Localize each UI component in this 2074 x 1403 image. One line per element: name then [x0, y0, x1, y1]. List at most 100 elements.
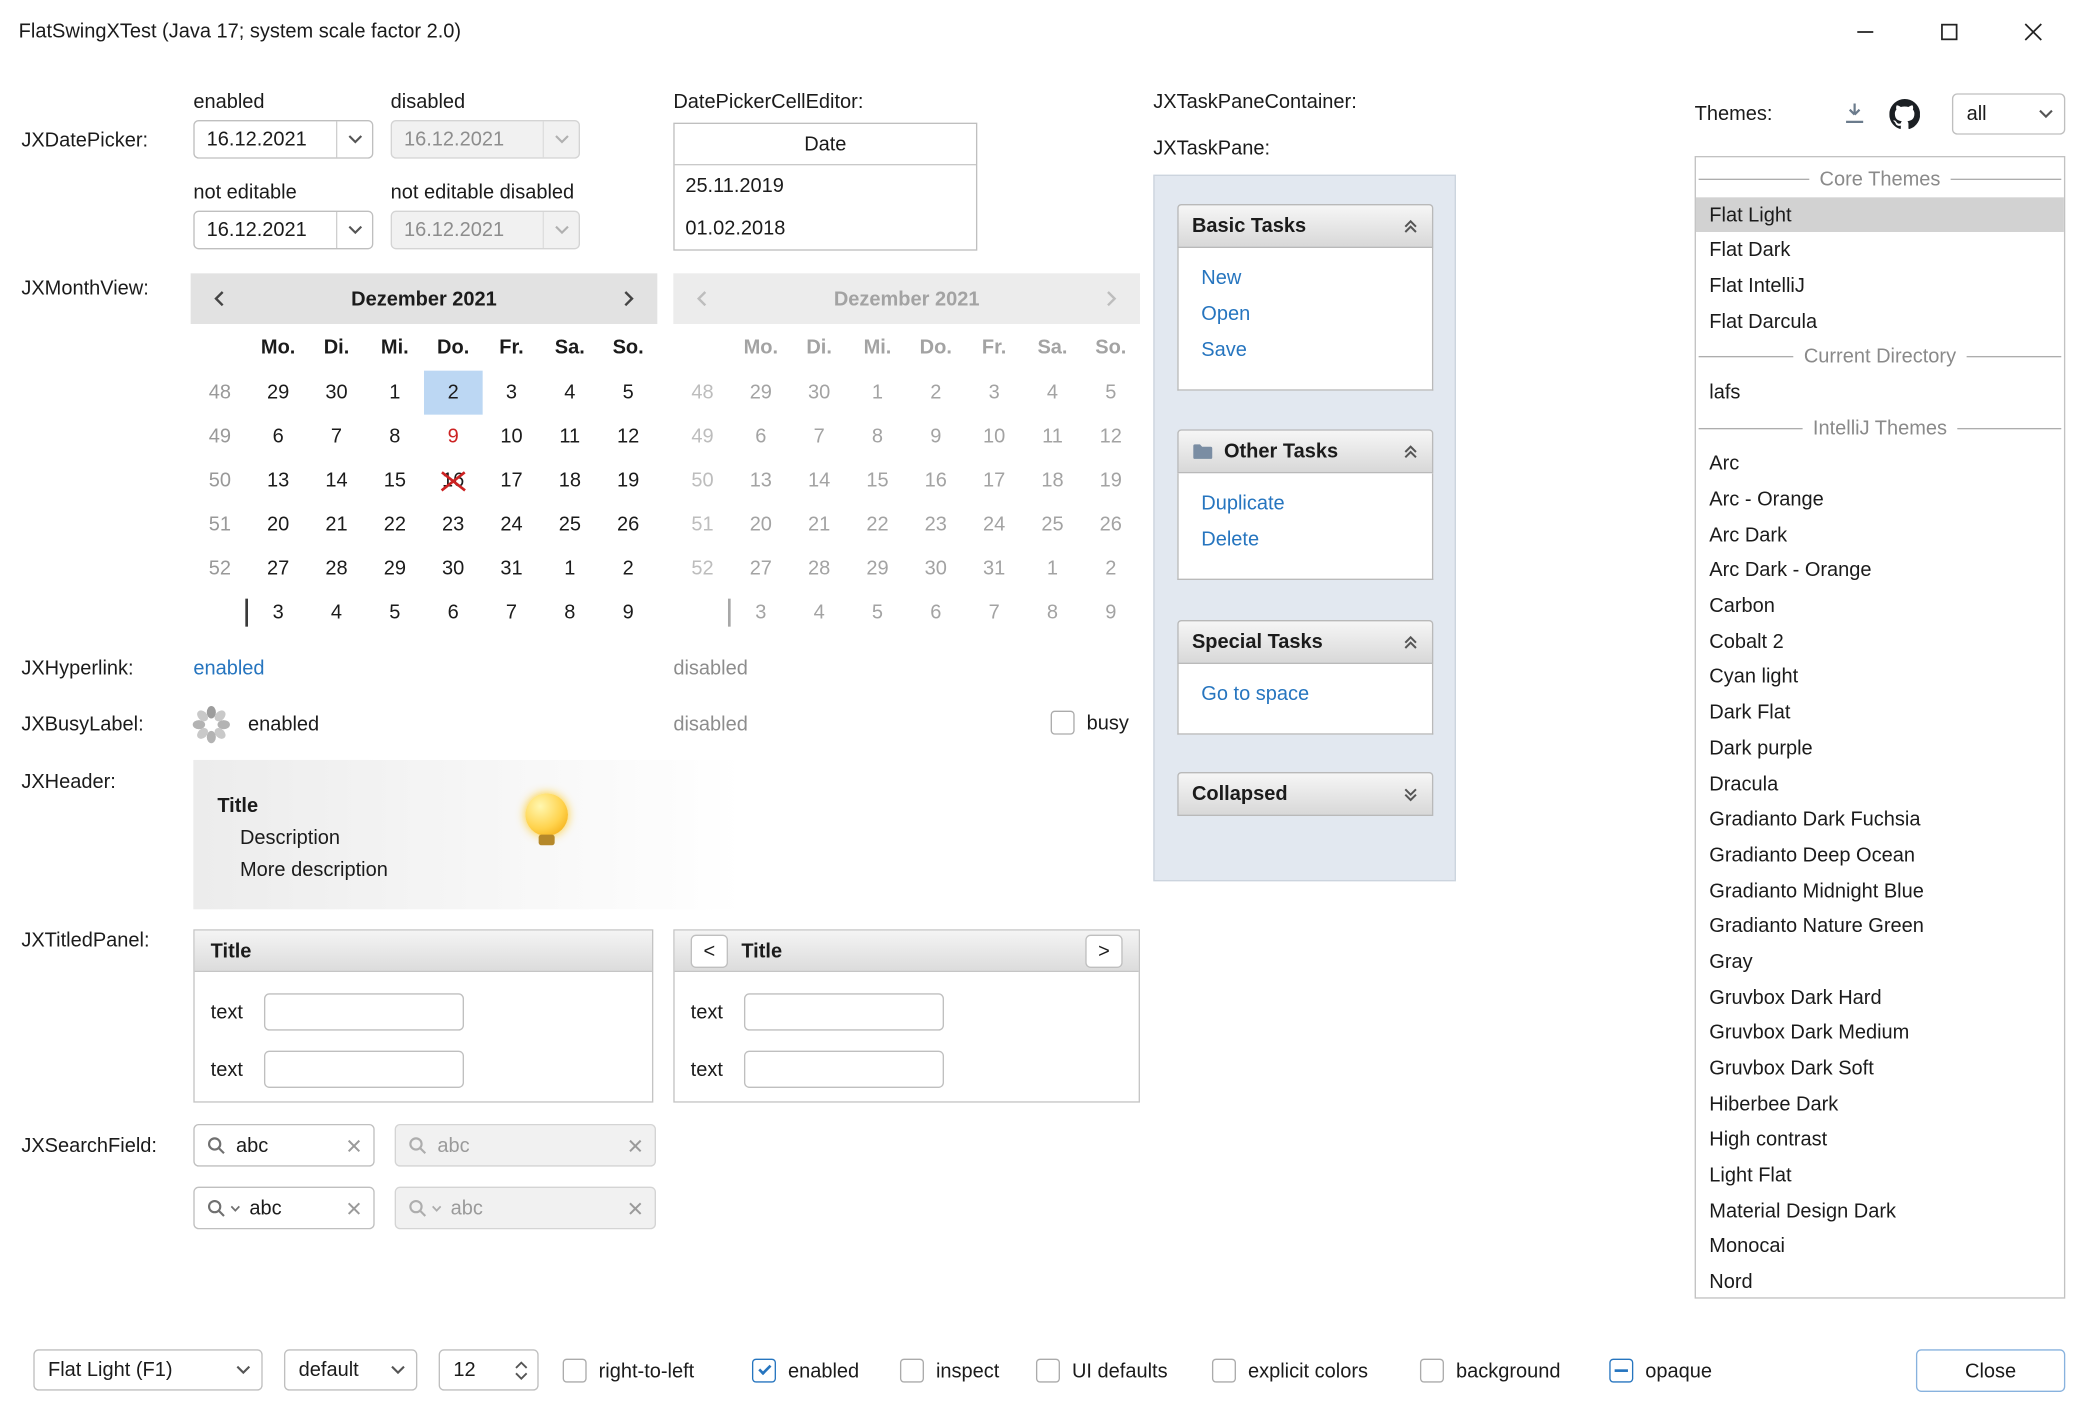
checkbox-box[interactable] [752, 1359, 776, 1383]
taskpane-link[interactable]: Open [1201, 300, 1432, 336]
theme-list-item[interactable]: Dracula [1696, 766, 2064, 802]
day-cell[interactable]: 16 [424, 459, 482, 503]
datepicker-not-editable[interactable]: 16.12.2021 [193, 211, 373, 250]
taskpane-header[interactable]: Special Tasks [1177, 620, 1433, 664]
day-cell[interactable]: 17 [482, 459, 540, 503]
checkbox-enabled[interactable]: enabled [752, 1357, 859, 1384]
taskpane-header[interactable]: Collapsed [1177, 772, 1433, 816]
collapse-icon[interactable] [1403, 634, 1419, 650]
theme-list-item[interactable]: Gradianto Deep Ocean [1696, 837, 2064, 873]
day-cell[interactable]: 23 [424, 503, 482, 547]
theme-list-item[interactable]: Dark Flat [1696, 695, 2064, 731]
day-cell[interactable]: 14 [307, 459, 365, 503]
taskpane-link[interactable]: New [1201, 264, 1432, 300]
checkbox-opaque[interactable]: opaque [1609, 1357, 1712, 1384]
datepicker-enabled[interactable]: 16.12.2021 [193, 120, 373, 159]
day-cell[interactable]: 2 [599, 547, 657, 591]
theme-list-item[interactable]: Flat Dark [1696, 232, 2064, 268]
clear-search-icon[interactable] [347, 1201, 362, 1216]
checkbox-box[interactable] [563, 1359, 587, 1383]
theme-list-item[interactable]: Hiberbee Dark [1696, 1086, 2064, 1122]
font-size-spinner[interactable]: 12 [439, 1349, 539, 1390]
checkbox-background[interactable]: background [1420, 1357, 1561, 1384]
table-row[interactable]: 25.11.2019 [675, 165, 976, 208]
checkbox-box[interactable] [1212, 1359, 1236, 1383]
theme-list-item[interactable]: Gradianto Midnight Blue [1696, 873, 2064, 909]
checkbox-explicit-colors[interactable]: explicit colors [1212, 1357, 1368, 1384]
theme-list-item[interactable]: Gradianto Nature Green [1696, 909, 2064, 945]
day-cell[interactable]: 27 [249, 547, 307, 591]
minimize-button[interactable] [1823, 0, 1907, 64]
checkbox-box[interactable] [1420, 1359, 1444, 1383]
search-field-with-menu[interactable]: abc [193, 1187, 374, 1230]
day-cell[interactable]: 13 [249, 459, 307, 503]
theme-list-item[interactable]: High contrast [1696, 1122, 2064, 1158]
theme-list-item[interactable]: Dark purple [1696, 731, 2064, 767]
day-cell[interactable]: 15 [366, 459, 424, 503]
monthview-enabled[interactable]: Dezember 2021Mo.Di.Mi.Do.Fr.Sa.So.482930… [191, 273, 658, 634]
theme-list-item[interactable]: Gradianto Dark Fuchsia [1696, 802, 2064, 838]
checkbox-box[interactable] [1051, 711, 1075, 735]
taskpane-header[interactable]: Other Tasks [1177, 429, 1433, 473]
collapse-icon[interactable] [1403, 218, 1419, 234]
taskpane-link[interactable]: Duplicate [1201, 489, 1432, 525]
text-field[interactable] [744, 1051, 944, 1088]
checkbox-box[interactable] [1036, 1359, 1060, 1383]
busy-checkbox[interactable]: busy [1051, 711, 1129, 735]
day-cell[interactable]: 6 [249, 415, 307, 459]
theme-list-item[interactable]: Gruvbox Dark Hard [1696, 980, 2064, 1016]
hyperlink-enabled[interactable]: enabled [193, 657, 264, 680]
day-cell[interactable]: 19 [599, 459, 657, 503]
theme-list-item[interactable]: Nord [1696, 1264, 2064, 1298]
theme-list-item[interactable]: Arc - Orange [1696, 482, 2064, 518]
close-button[interactable]: Close [1916, 1349, 2065, 1392]
datepicker-dropdown-button[interactable] [336, 121, 372, 157]
day-cell[interactable]: 30 [307, 371, 365, 415]
theme-list-item[interactable]: Arc [1696, 446, 2064, 482]
day-cell[interactable]: 29 [249, 371, 307, 415]
day-cell[interactable]: 28 [307, 547, 365, 591]
next-month-button[interactable] [599, 291, 658, 307]
day-cell[interactable]: 2 [424, 371, 482, 415]
titled-panel-left-button[interactable]: < [691, 934, 728, 967]
text-field[interactable] [264, 993, 464, 1030]
checkbox-box[interactable] [1609, 1359, 1633, 1383]
close-window-button[interactable] [1991, 0, 2074, 64]
day-cell[interactable]: 8 [366, 415, 424, 459]
day-cell[interactable]: 29 [366, 547, 424, 591]
day-cell[interactable]: 8 [541, 591, 599, 635]
titled-panel-right-button[interactable]: > [1085, 934, 1122, 967]
previous-month-button[interactable] [191, 291, 250, 307]
day-cell[interactable]: 18 [541, 459, 599, 503]
taskpane-link[interactable]: Save [1201, 336, 1432, 372]
theme-list-item[interactable]: Gruvbox Dark Medium [1696, 1015, 2064, 1051]
text-field[interactable] [264, 1051, 464, 1088]
day-cell[interactable]: 26 [599, 503, 657, 547]
day-cell[interactable]: 30 [424, 547, 482, 591]
spinner-up-icon[interactable] [515, 1361, 528, 1369]
font-combo[interactable]: default [284, 1349, 417, 1390]
theme-list-item[interactable]: Flat IntelliJ [1696, 268, 2064, 304]
day-cell[interactable]: 20 [249, 503, 307, 547]
checkbox-ui-defaults[interactable]: UI defaults [1036, 1357, 1168, 1384]
day-cell[interactable]: 5 [366, 591, 424, 635]
checkbox-inspect[interactable]: inspect [900, 1357, 999, 1384]
theme-list-item[interactable]: Flat Darcula [1696, 304, 2064, 340]
theme-list-item[interactable]: lafs [1696, 375, 2064, 411]
theme-list-item[interactable]: Flat Light [1696, 197, 2064, 233]
github-icon[interactable] [1889, 99, 1920, 130]
themes-filter-combo[interactable]: all [1952, 93, 2065, 134]
table-row[interactable]: 01.02.2018 [675, 208, 976, 251]
clear-search-icon[interactable] [347, 1138, 362, 1153]
theme-list-item[interactable]: Light Flat [1696, 1158, 2064, 1194]
day-cell[interactable]: 1 [541, 547, 599, 591]
day-cell[interactable]: 4 [307, 591, 365, 635]
day-cell[interactable]: 21 [307, 503, 365, 547]
download-icon[interactable] [1840, 99, 1869, 128]
window-titlebar[interactable]: FlatSwingXTest (Java 17; system scale fa… [0, 0, 2074, 64]
theme-list-item[interactable]: Gray [1696, 944, 2064, 980]
maximize-button[interactable] [1907, 0, 1991, 64]
day-cell[interactable]: 9 [599, 591, 657, 635]
checkbox-box[interactable] [900, 1359, 924, 1383]
spinner-down-icon[interactable] [515, 1371, 528, 1379]
